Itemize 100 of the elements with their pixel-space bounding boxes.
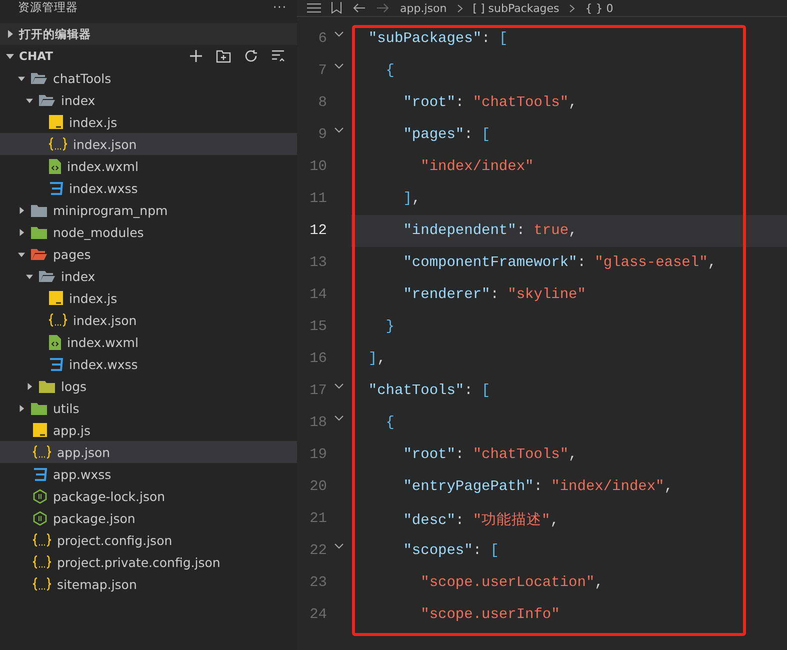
fold-chevron-icon[interactable] — [334, 63, 344, 69]
code-line: { — [384, 63, 395, 79]
expand-caret-icon[interactable] — [18, 228, 25, 236]
file-name: node_modules — [53, 224, 144, 240]
collapse-all-icon[interactable] — [271, 49, 285, 63]
file-tree-item[interactable]: package.json — [0, 507, 297, 529]
fold-chevron-icon[interactable] — [334, 543, 344, 549]
collapse-caret-icon[interactable] — [18, 250, 25, 258]
chevron-right-icon — [569, 4, 576, 12]
line-number: 9 — [317, 127, 327, 143]
file-name: index.wxss — [69, 180, 138, 196]
line-number: 20 — [308, 479, 327, 495]
line-number: 19 — [308, 447, 327, 463]
file-tree-item[interactable]: index.wxml — [0, 331, 297, 353]
js-file-icon — [49, 115, 63, 129]
file-name: logs — [61, 378, 87, 394]
file-name: pages — [53, 246, 91, 262]
file-tree-item[interactable]: app.js — [0, 419, 297, 441]
refresh-icon[interactable] — [244, 49, 258, 63]
new-file-icon[interactable] — [189, 49, 203, 63]
file-name: miniprogram_npm — [53, 202, 168, 218]
file-tree-item[interactable]: utils — [0, 397, 297, 419]
file-name: utils — [53, 400, 80, 416]
file-tree-item[interactable]: index.wxss — [0, 353, 297, 375]
code-line: "subPackages": [ — [367, 31, 508, 47]
line-number: 22 — [308, 543, 327, 559]
json-file-icon — [33, 445, 51, 459]
json-file-icon — [49, 313, 67, 327]
json-file-icon — [33, 577, 51, 591]
file-name: index.json — [73, 312, 137, 328]
file-tree-item[interactable]: package-lock.json — [0, 485, 297, 507]
breadcrumb-item[interactable]: [ ] subPackages — [472, 2, 560, 14]
js-file-icon — [49, 291, 63, 305]
file-tree-item[interactable]: index.json — [0, 309, 297, 331]
more-actions-button[interactable]: ··· — [273, 0, 287, 14]
expand-caret-icon[interactable] — [18, 404, 25, 412]
fold-chevron-icon[interactable] — [334, 383, 344, 389]
file-tree-item[interactable]: app.wxss — [0, 463, 297, 485]
collapse-caret-icon[interactable] — [18, 74, 25, 82]
collapse-caret-icon[interactable] — [26, 96, 33, 104]
code-line: "index/index" — [420, 159, 534, 175]
fold-chevron-icon[interactable] — [334, 127, 344, 133]
breadcrumb-item[interactable]: { } 0 — [585, 2, 614, 14]
chevron-right-icon — [456, 4, 463, 12]
file-tree-item[interactable]: index — [0, 89, 297, 111]
file-tree-item[interactable]: index.wxss — [0, 177, 297, 199]
file-name: index.json — [73, 136, 137, 152]
new-folder-icon[interactable] — [216, 50, 231, 62]
forward-arrow-icon[interactable] — [376, 3, 390, 13]
code-line: } — [384, 319, 395, 335]
expand-caret-icon[interactable] — [18, 206, 25, 214]
file-tree-item[interactable]: index.js — [0, 111, 297, 133]
bookmark-icon[interactable] — [331, 2, 342, 14]
code-line: "scopes": [ — [402, 543, 499, 559]
wxss-file-icon — [49, 358, 63, 370]
code-line: "renderer": "skyline" — [402, 287, 586, 303]
section-header[interactable]: CHAT — [19, 49, 53, 63]
code-line: ], — [367, 351, 386, 367]
fold-chevron-icon[interactable] — [334, 31, 344, 37]
file-tree-item[interactable]: project.config.json — [0, 529, 297, 551]
file-name: index — [61, 92, 96, 108]
file-tree-item[interactable]: project.private.config.json — [0, 551, 297, 573]
expand-caret-icon[interactable] — [26, 382, 33, 390]
file-name: index.wxml — [67, 158, 138, 174]
file-tree-item[interactable]: index — [0, 265, 297, 287]
wxss-file-icon — [49, 182, 63, 194]
json-file-icon — [33, 555, 51, 569]
file-tree-item[interactable]: index.json — [0, 133, 297, 155]
file-tree-item[interactable]: pages — [0, 243, 297, 265]
wxss-file-icon — [33, 468, 47, 480]
file-name: index.wxml — [67, 334, 138, 350]
wxml-file-icon — [49, 158, 61, 174]
explorer-title: 资源管理器 — [18, 0, 78, 14]
collapse-caret-icon[interactable] — [26, 272, 33, 280]
collapse-caret-icon[interactable] — [6, 52, 14, 60]
file-tree-item[interactable]: sitemap.json — [0, 573, 297, 595]
file-tree-item[interactable]: miniprogram_npm — [0, 199, 297, 221]
breadcrumb-item[interactable]: app.json — [400, 2, 447, 14]
file-name: index.wxss — [69, 356, 138, 372]
fold-chevron-icon[interactable] — [334, 415, 344, 421]
file-tree-item[interactable]: app.json — [0, 441, 297, 463]
line-number: 15 — [308, 319, 327, 335]
file-tree-item[interactable]: chatTools — [0, 67, 297, 89]
line-number: 17 — [308, 383, 327, 399]
file-name: index — [61, 268, 96, 284]
back-arrow-icon[interactable] — [352, 3, 366, 13]
file-name: project.private.config.json — [57, 554, 220, 570]
file-name: app.js — [53, 422, 90, 438]
expand-caret-icon[interactable] — [6, 30, 14, 38]
code-line: { — [384, 415, 395, 431]
file-tree-item[interactable]: index.js — [0, 287, 297, 309]
file-tree-item[interactable]: node_modules — [0, 221, 297, 243]
line-number: 10 — [308, 159, 327, 175]
menu-icon[interactable] — [307, 3, 321, 13]
file-tree-item[interactable]: logs — [0, 375, 297, 397]
line-number: 23 — [308, 575, 327, 591]
section-header[interactable]: 打开的编辑器 — [19, 26, 91, 42]
line-number: 18 — [308, 415, 327, 431]
code-line: "entryPagePath": "index/index", — [402, 479, 673, 495]
file-tree-item[interactable]: index.wxml — [0, 155, 297, 177]
